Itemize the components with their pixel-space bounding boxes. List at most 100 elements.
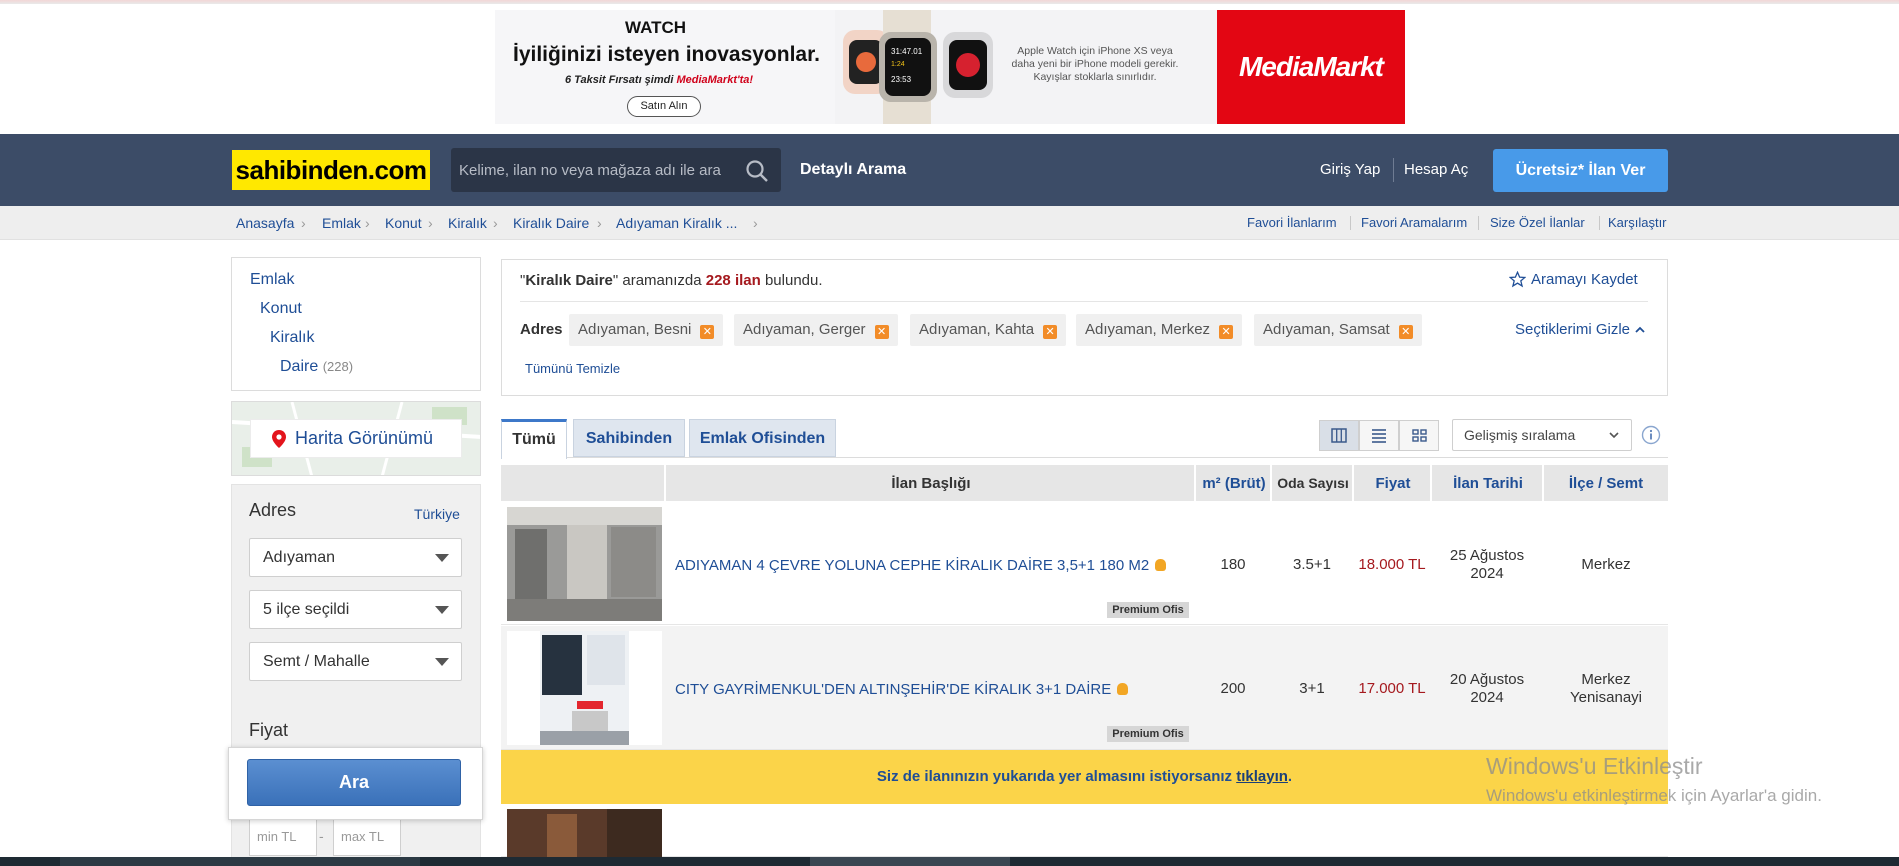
listing-m2: 180 <box>1220 556 1246 573</box>
map-view-label[interactable]: Harita Görünümü <box>295 419 433 458</box>
listing-location: Merkez <box>1581 556 1631 573</box>
results-count: 228 ilan <box>705 272 761 289</box>
category-emlak[interactable]: Emlak <box>250 270 294 290</box>
divider <box>520 301 1648 302</box>
grid-view-icon <box>1412 429 1427 442</box>
site-logo[interactable]: sahibinden.com <box>232 150 430 190</box>
tab-all[interactable]: Tümü <box>501 419 567 459</box>
ad-copy: WATCH İyiliğinizi isteyen inovasyonlar. … <box>495 10 835 124</box>
search-input[interactable] <box>459 148 739 192</box>
special-listings-link[interactable]: Size Özel İlanlar <box>1490 215 1585 231</box>
login-link[interactable]: Giriş Yap <box>1320 158 1380 182</box>
listing-price: 17.000 TL <box>1358 680 1426 697</box>
svg-text:1:24: 1:24 <box>891 61 905 68</box>
listing-rooms: 3+1 <box>1299 680 1325 697</box>
ad-banner[interactable]: WATCH İyiliğinizi isteyen inovasyonlar. … <box>495 10 1405 124</box>
min-price-input[interactable]: min TL <box>249 818 317 856</box>
filter-chip: Adıyaman, Samsat ✕ <box>1254 314 1422 346</box>
country-link[interactable]: Türkiye <box>414 505 460 523</box>
listing-rooms: 3.5+1 <box>1293 556 1331 573</box>
category-kiralik[interactable]: Kiralık <box>270 328 314 348</box>
link-divider <box>1478 216 1479 230</box>
city-select[interactable]: Adıyaman <box>249 538 462 577</box>
search-submit-button[interactable]: Ara <box>247 759 461 806</box>
breadcrumb-item[interactable]: Emlak <box>322 214 361 232</box>
chevron-right-icon: › <box>597 215 602 231</box>
chevron-up-icon[interactable] <box>1634 324 1646 336</box>
tab-agency[interactable]: Emlak Ofisinden <box>689 419 836 457</box>
listing-thumbnail[interactable] <box>507 507 662 621</box>
breadcrumb-item[interactable]: Konut <box>385 214 422 232</box>
chevron-right-icon: › <box>365 215 370 231</box>
column-date[interactable]: İlan Tarihi <box>1432 465 1544 501</box>
clear-all-link[interactable]: Tümünü Temizle <box>525 360 620 378</box>
search-box[interactable] <box>451 148 781 192</box>
remove-chip-icon[interactable]: ✕ <box>1043 325 1058 339</box>
ad-headline: İyiliğinizi isteyen inovasyonlar. <box>513 43 820 66</box>
taskbar-segment <box>810 857 1010 866</box>
register-link[interactable]: Hesap Aç <box>1404 158 1468 182</box>
post-ad-button[interactable]: Ücretsiz* İlan Ver <box>1493 149 1668 192</box>
breadcrumb-item[interactable]: Anasayfa <box>236 214 294 232</box>
category-konut[interactable]: Konut <box>260 299 302 319</box>
lightbulb-icon <box>1117 683 1129 695</box>
premium-badge: Premium Ofis <box>1107 602 1189 618</box>
list-view-button[interactable] <box>1359 420 1399 451</box>
remove-chip-icon[interactable]: ✕ <box>1219 325 1234 339</box>
table-row[interactable] <box>501 804 1668 857</box>
watch-image: 31:47.01 1:24 23:53 <box>843 10 993 124</box>
listing-thumbnail[interactable] <box>507 631 662 745</box>
listing-date: 25 Ağustos 2024 <box>1449 547 1525 582</box>
activation-watermark-subtitle: Windows'u etkinleştirmek için Ayarlar'a … <box>1486 786 1822 805</box>
remove-chip-icon[interactable]: ✕ <box>700 325 715 339</box>
info-icon[interactable] <box>1641 425 1661 445</box>
chevron-down-icon <box>1609 432 1619 439</box>
advanced-search-link[interactable]: Detaylı Arama <box>800 158 906 182</box>
neighborhood-select[interactable]: Semt / Mahalle <box>249 642 462 681</box>
taskbar-segment <box>60 857 420 866</box>
favorite-searches-link[interactable]: Favori Aramalarım <box>1361 215 1467 231</box>
remove-chip-icon[interactable]: ✕ <box>874 325 889 339</box>
hide-selections-link[interactable]: Seçtiklerimi Gizle <box>1515 320 1630 340</box>
column-price[interactable]: Fiyat <box>1354 465 1432 501</box>
tab-owner[interactable]: Sahibinden <box>573 419 685 457</box>
table-view-button[interactable] <box>1319 420 1359 451</box>
search-icon[interactable] <box>744 158 770 184</box>
listing-title-link[interactable]: ADIYAMAN 4 ÇEVRE YOLUNA CEPHE KİRALIK DA… <box>675 556 1167 576</box>
column-location[interactable]: İlçe / Semt <box>1544 465 1668 501</box>
filter-label: Adres <box>520 321 563 338</box>
favorite-listings-link[interactable]: Favori İlanlarım <box>1247 215 1337 231</box>
header-divider <box>1393 158 1394 182</box>
activation-watermark-title: Windows'u Etkinleştir <box>1486 753 1703 779</box>
star-icon[interactable] <box>1509 271 1526 288</box>
remove-chip-icon[interactable]: ✕ <box>1398 325 1413 339</box>
range-dash: - <box>319 828 324 844</box>
compare-link[interactable]: Karşılaştır <box>1608 215 1667 231</box>
map-pin-icon <box>272 430 286 448</box>
category-daire[interactable]: Daire (228) <box>280 357 353 377</box>
save-search-link[interactable]: Aramayı Kaydet <box>1531 270 1638 290</box>
listing-m2: 200 <box>1220 680 1246 697</box>
breadcrumb-item[interactable]: Adıyaman Kiralık ... <box>616 214 737 232</box>
max-price-input[interactable]: max TL <box>333 818 401 856</box>
listing-location: Merkez Yenisanayi <box>1569 671 1642 706</box>
listing-thumbnail[interactable] <box>507 809 662 857</box>
column-title[interactable]: İlan Başlığı <box>666 465 1196 501</box>
chevron-right-icon: › <box>753 215 758 231</box>
breadcrumb-item[interactable]: Kiralık Daire <box>513 214 589 232</box>
district-select[interactable]: 5 ilçe seçildi <box>249 590 462 629</box>
promo-link[interactable]: tıklayın <box>1236 768 1288 785</box>
column-rooms[interactable]: Oda Sayısı <box>1272 465 1354 501</box>
price-filter-title: Fiyat <box>249 720 289 740</box>
filter-chip: Adıyaman, Besni ✕ <box>569 314 724 346</box>
listing-date: 20 Ağustos 2024 <box>1449 671 1525 706</box>
listing-title-link[interactable]: CITY GAYRİMENKUL'DEN ALTINŞEHİR'DE KİRAL… <box>675 680 1129 700</box>
sort-select[interactable]: Gelişmiş sıralama <box>1452 419 1632 451</box>
category-count: (228) <box>322 359 354 374</box>
svg-text:31:47.01: 31:47.01 <box>891 47 923 56</box>
ad-cta-button[interactable]: Satın Alın <box>627 96 701 117</box>
ad-brand: WATCH <box>625 18 687 37</box>
breadcrumb-item[interactable]: Kiralık <box>448 214 487 232</box>
column-m2[interactable]: m² (Brüt) <box>1196 465 1272 501</box>
grid-view-button[interactable] <box>1399 420 1439 451</box>
